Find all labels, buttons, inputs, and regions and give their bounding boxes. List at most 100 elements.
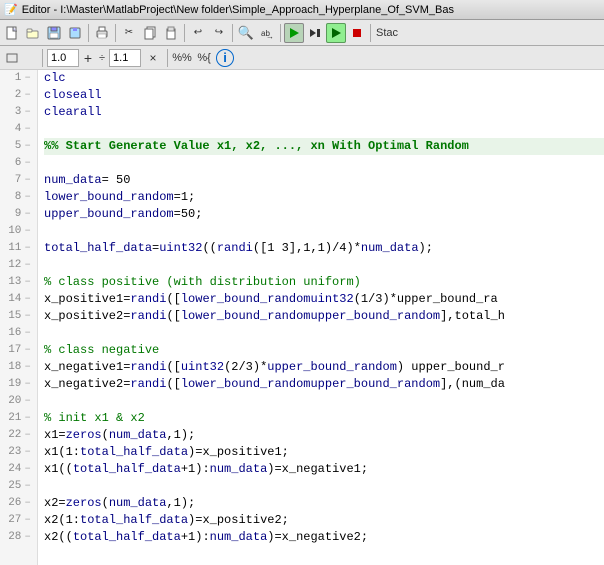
sep-5: [280, 24, 281, 42]
line-number-9: 9–: [0, 206, 37, 223]
redo-btn[interactable]: ↪: [209, 23, 229, 43]
open-btn[interactable]: [23, 23, 43, 43]
line-number-26: 26–: [0, 495, 37, 512]
replace-btn[interactable]: ab→: [257, 23, 277, 43]
code-line-15: x_positive2 = randi([lower_bound_random …: [44, 308, 604, 325]
run-btn[interactable]: [326, 23, 346, 43]
editor-area: 1–2–3–4–5–6–7–8–9–10–11–12–13–14–15–16–1…: [0, 70, 604, 565]
line-number-18: 18–: [0, 359, 37, 376]
sep-7: [42, 49, 43, 67]
code-line-10: [44, 223, 604, 240]
code-area[interactable]: clcclose allclear all %% Start Generate V…: [38, 70, 604, 565]
code-line-25: [44, 478, 604, 495]
code-line-13: % class positive (with distribution unif…: [44, 274, 604, 291]
zoom-input[interactable]: [47, 49, 79, 67]
line-number-16: 16–: [0, 325, 37, 342]
code-line-7: num_data = 50: [44, 172, 604, 189]
debug-btn[interactable]: [284, 23, 304, 43]
divider-label: ÷: [97, 52, 107, 64]
close-tab-btn[interactable]: ×: [143, 48, 163, 68]
open2-btn[interactable]: [22, 50, 38, 66]
code-line-11: total_half_data=uint32((randi([1 3],1,1)…: [44, 240, 604, 257]
editor-icon: 📝: [4, 3, 18, 16]
code-line-4: [44, 121, 604, 138]
new-file-btn[interactable]: [2, 23, 22, 43]
line-number-22: 22–: [0, 427, 37, 444]
comment-btn[interactable]: %{: [194, 48, 214, 68]
line-number-27: 27–: [0, 512, 37, 529]
code-line-14: x_positive1 = randi([lower_bound_random …: [44, 291, 604, 308]
cut-btn[interactable]: ✂: [119, 23, 139, 43]
paste-btn[interactable]: [161, 23, 181, 43]
line-number-10: 10–: [0, 223, 37, 240]
code-line-16: [44, 325, 604, 342]
code-line-23: x1(1:total_half_data)=x_positive1;: [44, 444, 604, 461]
code-line-8: lower_bound_random=1;: [44, 189, 604, 206]
line-number-24: 24–: [0, 461, 37, 478]
new-section-btn[interactable]: [4, 50, 20, 66]
line-number-1: 1–: [0, 70, 37, 87]
sep-1: [88, 24, 89, 42]
sep-2: [115, 24, 116, 42]
code-line-20: [44, 393, 604, 410]
title-bar: 📝 Editor - I:\Master\MatlabProject\New f…: [0, 0, 604, 20]
line-number-20: 20–: [0, 393, 37, 410]
line-number-21: 21–: [0, 410, 37, 427]
code-line-22: x1=zeros(num_data,1);: [44, 427, 604, 444]
line-number-8: 8–: [0, 189, 37, 206]
sep-6: [370, 24, 371, 42]
zoom-up-btn[interactable]: +: [81, 48, 95, 68]
toolbar-row-2: + ÷ × %% %{ i: [0, 46, 604, 70]
code-line-18: x_negative1 = randi([uint32(2/3)*upper_b…: [44, 359, 604, 376]
line-number-19: 19–: [0, 376, 37, 393]
code-line-3: clear all: [44, 104, 604, 121]
toolbar-row-1: ✂ ↩ ↪ 🔍 ab→ Stac: [0, 20, 604, 46]
line-number-28: 28–: [0, 529, 37, 546]
tab-input[interactable]: [109, 49, 141, 67]
line-number-15: 15–: [0, 308, 37, 325]
line-number-13: 13–: [0, 274, 37, 291]
line-number-14: 14–: [0, 291, 37, 308]
code-line-24: x1((total_half_data+1):num_data)=x_negat…: [44, 461, 604, 478]
code-line-19: x_negative2 = randi([lower_bound_random …: [44, 376, 604, 393]
code-line-28: x2((total_half_data+1):num_data)=x_negat…: [44, 529, 604, 546]
code-line-26: x2=zeros(num_data,1);: [44, 495, 604, 512]
sep-3: [184, 24, 185, 42]
line-number-11: 11–: [0, 240, 37, 257]
stop-btn[interactable]: [347, 23, 367, 43]
title-text: Editor - I:\Master\MatlabProject\New fol…: [22, 4, 454, 16]
save-all-btn[interactable]: [65, 23, 85, 43]
line-number-7: 7–: [0, 172, 37, 189]
find-btn[interactable]: 🔍: [236, 23, 256, 43]
code-line-12: [44, 257, 604, 274]
svg-text:→: →: [266, 32, 274, 40]
line-numbers: 1–2–3–4–5–6–7–8–9–10–11–12–13–14–15–16–1…: [0, 70, 38, 565]
copy-btn[interactable]: [140, 23, 160, 43]
line-number-23: 23–: [0, 444, 37, 461]
step-btn[interactable]: [305, 23, 325, 43]
line-number-6: 6–: [0, 155, 37, 172]
info-btn[interactable]: i: [216, 49, 234, 67]
sep-4: [232, 24, 233, 42]
section-btn[interactable]: %%: [172, 48, 192, 68]
print-btn[interactable]: [92, 23, 112, 43]
line-number-2: 2–: [0, 87, 37, 104]
code-line-2: close all: [44, 87, 604, 104]
code-line-5: %% Start Generate Value x1, x2, ..., xn …: [44, 138, 604, 155]
line-number-4: 4–: [0, 121, 37, 138]
code-line-27: x2(1:total_half_data)=x_positive2;: [44, 512, 604, 529]
code-line-6: [44, 155, 604, 172]
code-line-1: clc: [44, 70, 604, 87]
line-number-17: 17–: [0, 342, 37, 359]
sep-8: [167, 49, 168, 67]
line-number-3: 3–: [0, 104, 37, 121]
line-number-25: 25–: [0, 478, 37, 495]
save-btn[interactable]: [44, 23, 64, 43]
code-line-9: upper_bound_random=50;: [44, 206, 604, 223]
code-line-17: % class negative: [44, 342, 604, 359]
line-number-12: 12–: [0, 257, 37, 274]
line-number-5: 5–: [0, 138, 37, 155]
code-line-21: % init x1 & x2: [44, 410, 604, 427]
undo-btn[interactable]: ↩: [188, 23, 208, 43]
stack-label: Stac: [374, 27, 400, 39]
